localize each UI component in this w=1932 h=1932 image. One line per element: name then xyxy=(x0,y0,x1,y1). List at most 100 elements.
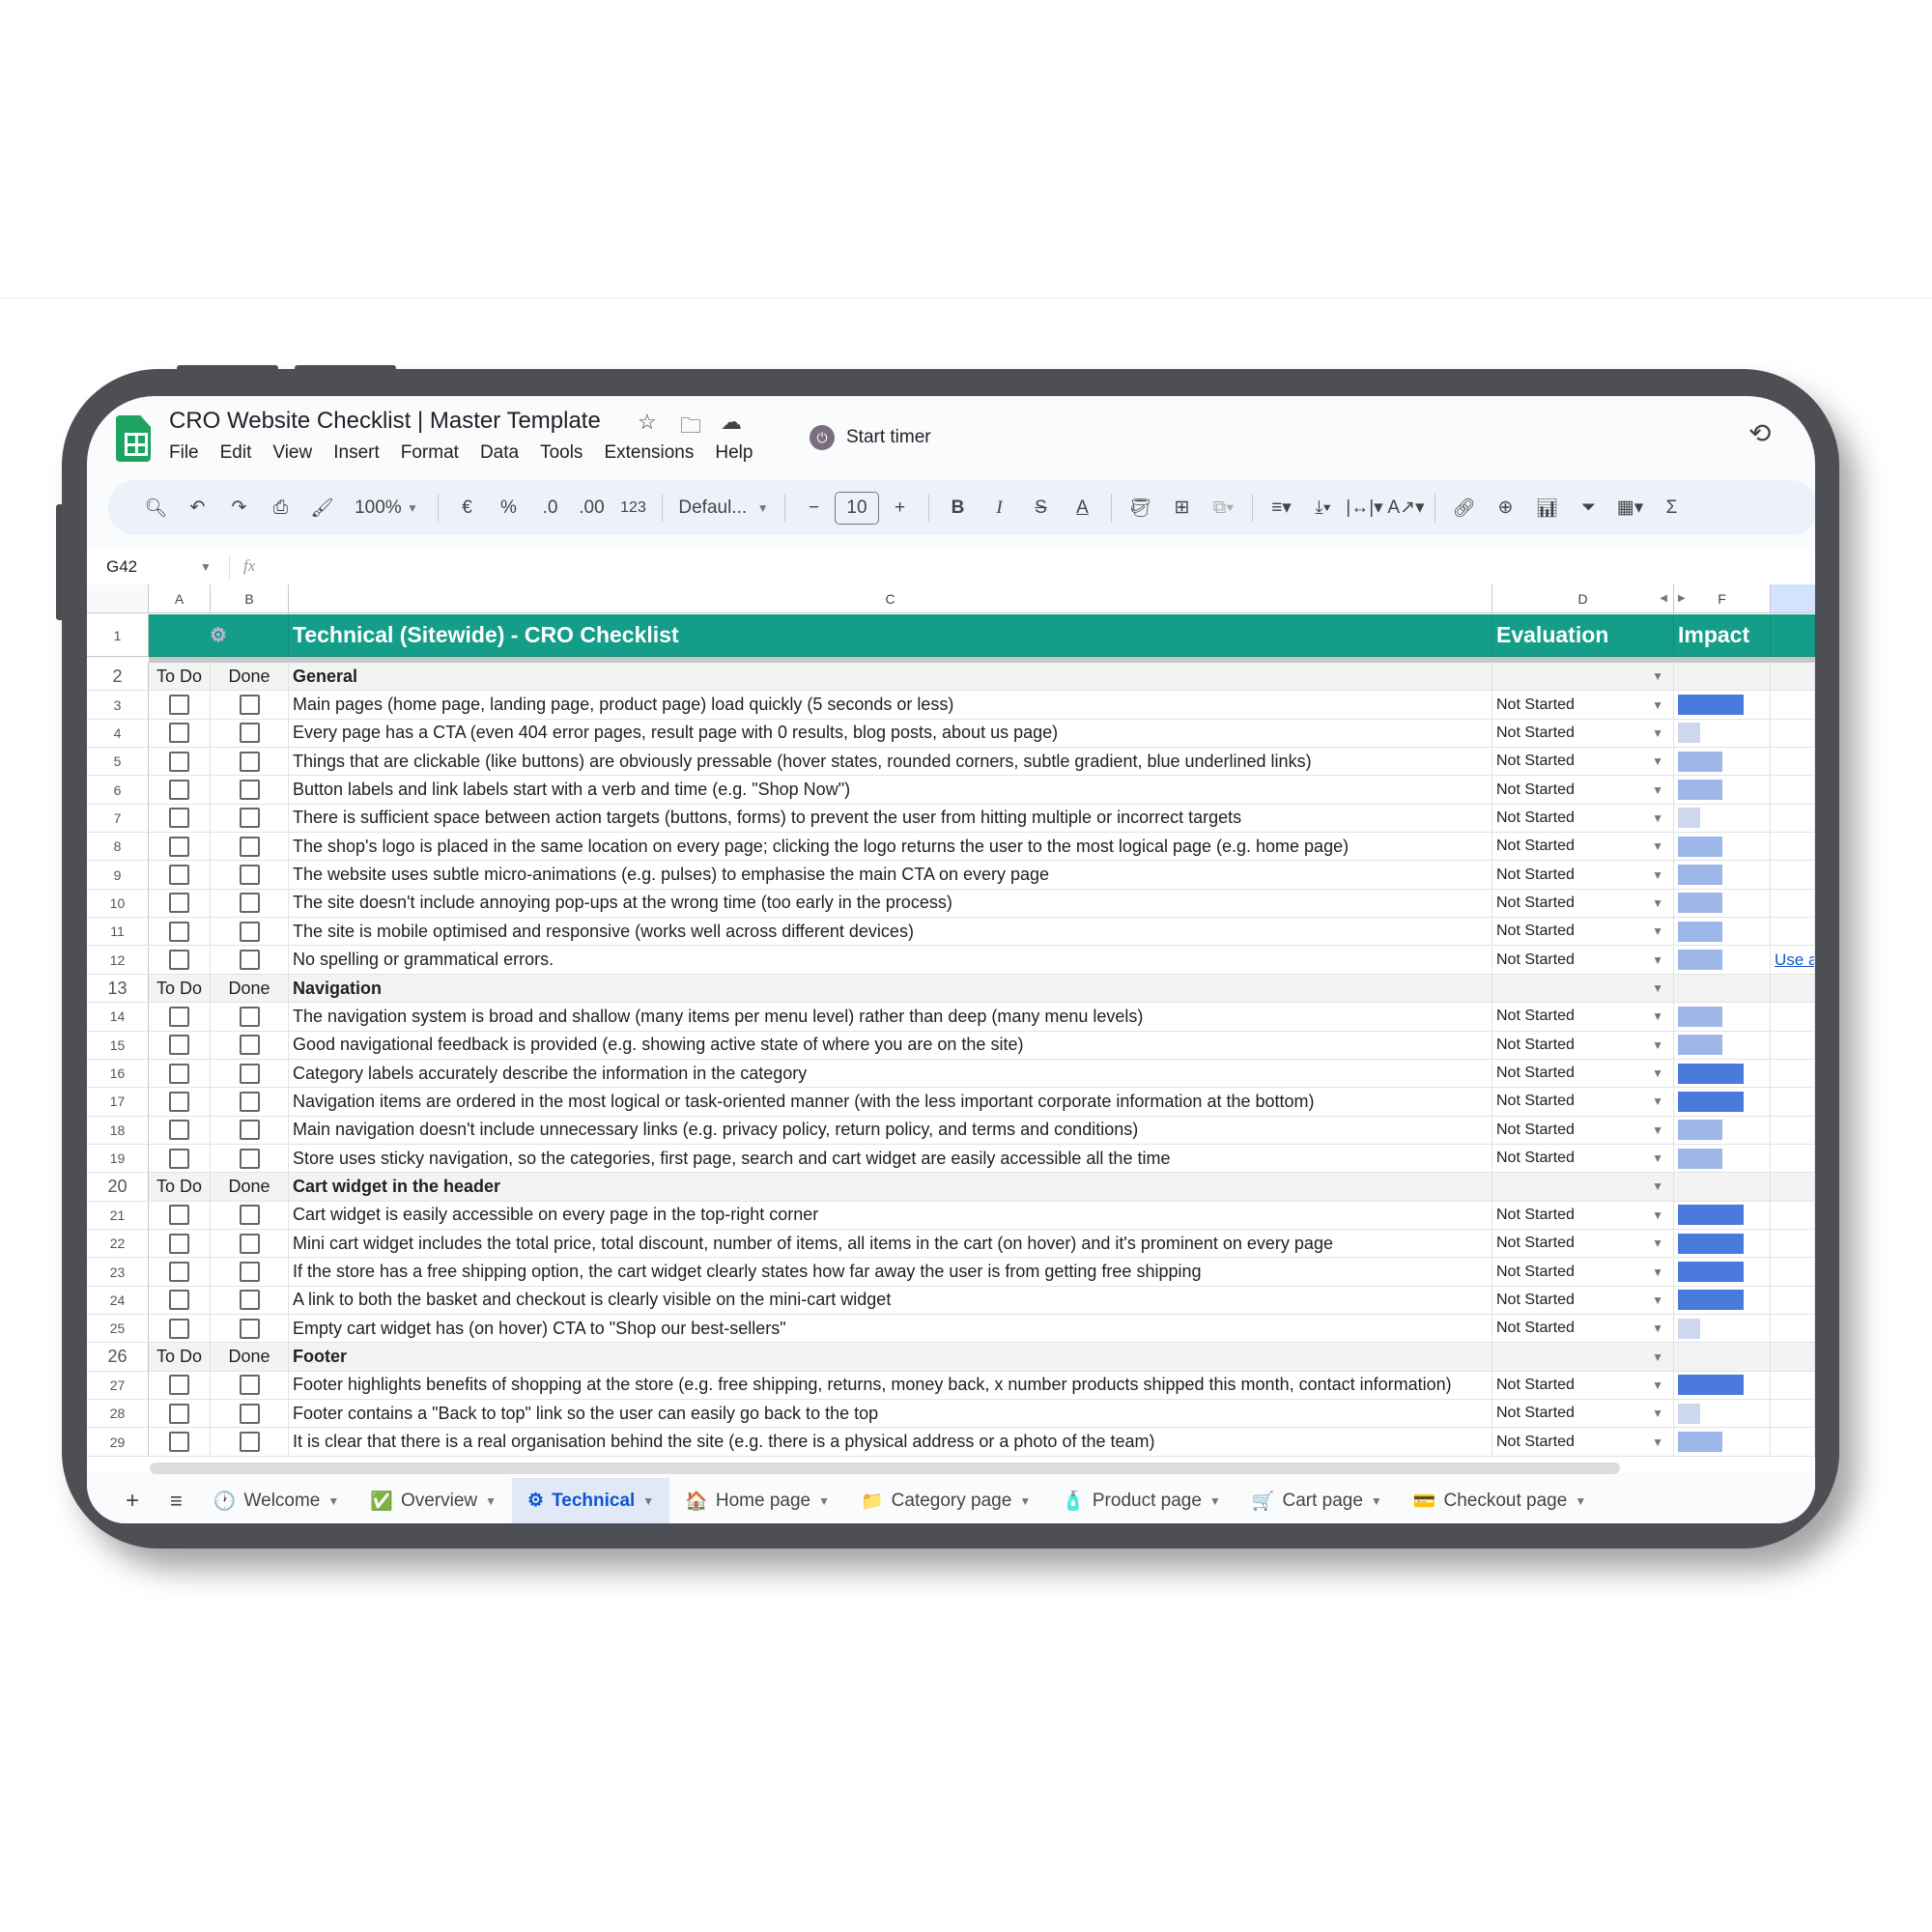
cell[interactable] xyxy=(1771,974,1815,1004)
cell[interactable] xyxy=(1771,1059,1815,1089)
tab-category-page[interactable]: 📁 Category page ▼ xyxy=(845,1478,1046,1523)
row-number[interactable]: 12 xyxy=(87,946,149,975)
done-checkbox[interactable] xyxy=(239,1148,260,1169)
todo-checkbox[interactable] xyxy=(169,1063,189,1084)
formula-input[interactable] xyxy=(261,551,1806,583)
cell[interactable] xyxy=(1771,861,1815,890)
vertical-align-icon[interactable]: ⤓▾ xyxy=(1302,491,1344,526)
checklist-item-text[interactable]: Every page has a CTA (even 404 error pag… xyxy=(289,719,1492,749)
currency-button[interactable]: € xyxy=(446,491,488,526)
evaluation-dropdown[interactable]: Not Started ▼ xyxy=(1492,776,1674,805)
all-sheets-icon[interactable]: ≡ xyxy=(155,1478,198,1523)
tab-welcome[interactable]: 🕐 Welcome ▼ xyxy=(198,1478,355,1523)
row-number[interactable]: 18 xyxy=(87,1116,149,1145)
column-header-f[interactable]: ▶ F xyxy=(1674,584,1771,613)
undo-icon[interactable]: ↶ xyxy=(177,491,218,526)
done-checkbox[interactable] xyxy=(239,1035,260,1056)
cell[interactable] xyxy=(1771,1343,1815,1372)
paint-format-icon[interactable]: 🖌︎ xyxy=(301,491,343,526)
checklist-item-text[interactable]: Mini cart widget includes the total pric… xyxy=(289,1230,1492,1259)
checklist-item-text[interactable]: It is clear that there is a real organis… xyxy=(289,1428,1492,1457)
chevron-down-icon[interactable]: ▼ xyxy=(1575,1494,1586,1508)
done-checkbox[interactable] xyxy=(239,950,260,971)
todo-checkbox[interactable] xyxy=(169,1148,189,1169)
row-number[interactable]: 7 xyxy=(87,804,149,834)
column-header-d[interactable]: D ◀ xyxy=(1492,584,1674,613)
cell[interactable] xyxy=(1674,1343,1771,1372)
evaluation-dropdown[interactable]: Not Started ▼ xyxy=(1492,1258,1674,1287)
done-checkbox[interactable] xyxy=(239,1063,260,1084)
evaluation-dropdown[interactable]: Not Started ▼ xyxy=(1492,1315,1674,1344)
increase-decimal-button[interactable]: .00 xyxy=(571,491,612,526)
evaluation-dropdown[interactable]: Not Started ▼ xyxy=(1492,804,1674,834)
evaluation-dropdown[interactable]: Not Started ▼ xyxy=(1492,1116,1674,1145)
star-icon[interactable]: ☆ xyxy=(638,410,657,435)
done-checkbox[interactable] xyxy=(239,751,260,772)
done-checkbox[interactable] xyxy=(239,780,260,801)
font-select[interactable]: Defaul... ▼ xyxy=(670,491,777,526)
checklist-item-text[interactable]: Store uses sticky navigation, so the cat… xyxy=(289,1144,1492,1174)
checklist-item-text[interactable]: The site is mobile optimised and respons… xyxy=(289,918,1492,947)
column-header-g[interactable] xyxy=(1771,584,1815,613)
decrease-decimal-button[interactable]: .0 xyxy=(529,491,571,526)
checklist-item-text[interactable]: The site doesn't include annoying pop-up… xyxy=(289,889,1492,919)
row-number[interactable]: 14 xyxy=(87,1003,149,1032)
todo-checkbox[interactable] xyxy=(169,723,189,744)
cloud-saved-icon[interactable]: ☁ xyxy=(721,410,742,435)
cell[interactable] xyxy=(1771,776,1815,805)
cell[interactable] xyxy=(1771,1400,1815,1429)
row-number[interactable]: 17 xyxy=(87,1088,149,1117)
document-title[interactable]: CRO Website Checklist | Master Template xyxy=(169,408,601,435)
evaluation-dropdown[interactable]: Not Started ▼ xyxy=(1492,719,1674,749)
row-number[interactable]: 13 xyxy=(87,974,149,1004)
chevron-down-icon[interactable]: ▼ xyxy=(1371,1494,1382,1508)
evaluation-dropdown[interactable]: Not Started ▼ xyxy=(1492,748,1674,777)
cell[interactable] xyxy=(1674,663,1771,692)
italic-icon[interactable]: I xyxy=(979,491,1020,526)
row-number[interactable]: 3 xyxy=(87,691,149,720)
cell[interactable] xyxy=(1771,719,1815,749)
strikethrough-icon[interactable]: S xyxy=(1020,491,1062,526)
chevron-down-icon[interactable]: ▼ xyxy=(485,1494,497,1508)
chevron-down-icon[interactable]: ▼ xyxy=(200,560,212,574)
evaluation-dropdown[interactable]: Not Started ▼ xyxy=(1492,833,1674,862)
todo-checkbox[interactable] xyxy=(169,1233,189,1254)
row-number[interactable]: 23 xyxy=(87,1258,149,1287)
done-checkbox[interactable] xyxy=(239,1205,260,1226)
chevron-down-icon[interactable]: ▼ xyxy=(1019,1494,1031,1508)
cell[interactable] xyxy=(1771,833,1815,862)
row-number[interactable]: 16 xyxy=(87,1059,149,1089)
comment-icon[interactable]: ⊕ xyxy=(1485,491,1526,526)
version-history-icon[interactable]: ⟲ xyxy=(1748,417,1771,449)
tab-product-page[interactable]: 🧴 Product page ▼ xyxy=(1046,1478,1236,1523)
decrease-font-size-button[interactable]: − xyxy=(793,491,835,526)
done-checkbox[interactable] xyxy=(239,1375,260,1396)
checklist-item-text[interactable]: A link to both the basket and checkout i… xyxy=(289,1286,1492,1316)
done-checkbox[interactable] xyxy=(239,921,260,942)
column-header-c[interactable]: C xyxy=(289,584,1492,613)
todo-checkbox[interactable] xyxy=(169,1006,189,1027)
checklist-item-text[interactable]: Empty cart widget has (on hover) CTA to … xyxy=(289,1315,1492,1344)
text-wrapping-icon[interactable]: |↔|▾ xyxy=(1344,491,1385,526)
hidden-column-arrow-icon[interactable]: ◀ xyxy=(1660,593,1667,604)
cell[interactable] xyxy=(1674,974,1771,1004)
evaluation-dropdown[interactable]: ▼ xyxy=(1492,1173,1674,1202)
row-number[interactable]: 4 xyxy=(87,719,149,749)
chevron-down-icon[interactable]: ▼ xyxy=(327,1494,339,1508)
checklist-item-text[interactable]: If the store has a free shipping option,… xyxy=(289,1258,1492,1287)
percent-button[interactable]: % xyxy=(488,491,529,526)
checklist-item-text[interactable]: Footer highlights benefits of shopping a… xyxy=(289,1371,1492,1401)
row-number[interactable]: 20 xyxy=(87,1173,149,1202)
use-link[interactable]: Use a xyxy=(1771,951,1814,970)
menu-edit[interactable]: Edit xyxy=(220,442,252,464)
table-view-icon[interactable]: ▦▾ xyxy=(1609,491,1651,526)
checklist-item-text[interactable]: Main navigation doesn't include unnecess… xyxy=(289,1116,1492,1145)
row-number[interactable]: 29 xyxy=(87,1428,149,1457)
checklist-item-text[interactable]: No spelling or grammatical errors. xyxy=(289,946,1492,975)
todo-checkbox[interactable] xyxy=(169,1120,189,1141)
todo-checkbox[interactable] xyxy=(169,1205,189,1226)
todo-checkbox[interactable] xyxy=(169,893,189,914)
cell[interactable] xyxy=(1771,748,1815,777)
cell[interactable] xyxy=(1771,1116,1815,1145)
filter-icon[interactable]: ⏷ xyxy=(1568,491,1609,526)
